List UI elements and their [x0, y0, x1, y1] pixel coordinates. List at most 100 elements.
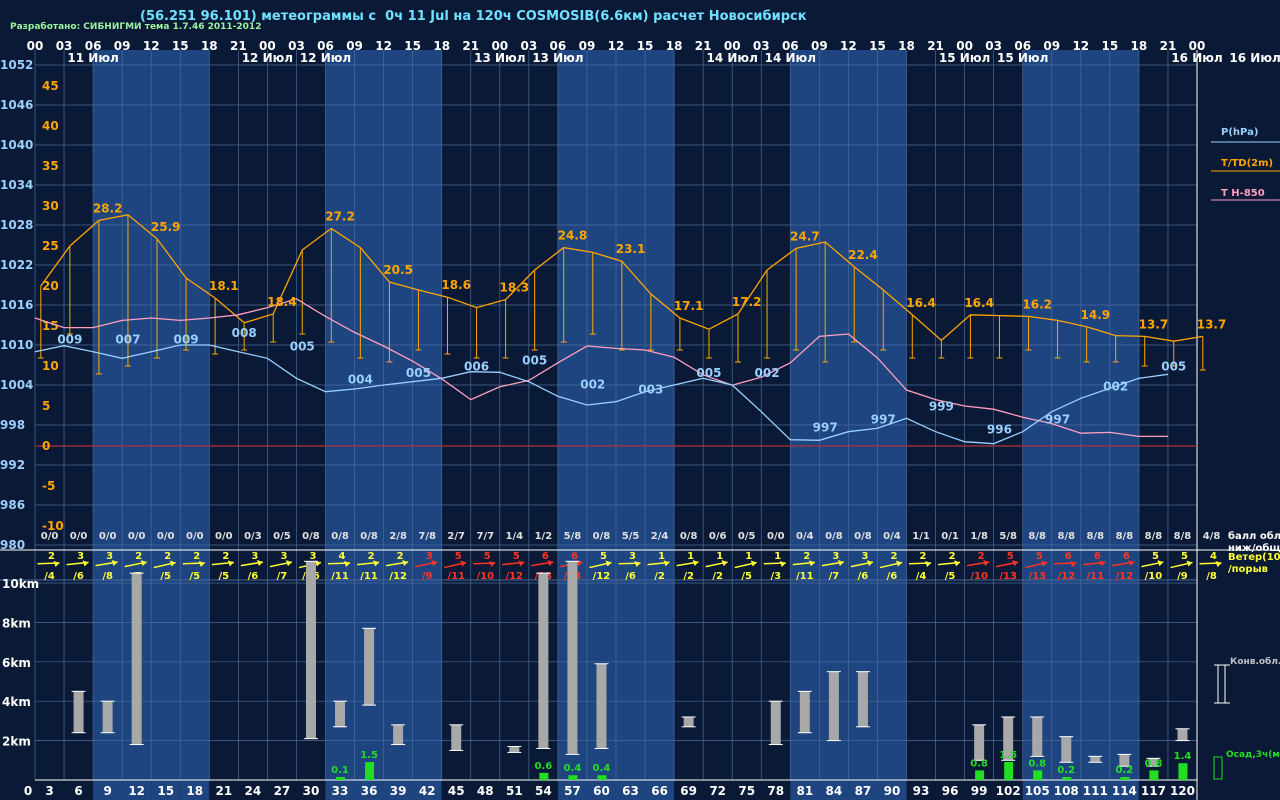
- pressure-value: 009: [57, 333, 82, 347]
- hour-label: 15: [172, 39, 189, 53]
- wind-gust: /4: [44, 571, 55, 582]
- temperature-value: 16.2: [1022, 297, 1052, 311]
- cloud-cover-value: 8/8: [1145, 531, 1163, 542]
- bottom-hour-label: 30: [303, 784, 320, 798]
- bottom-hour-label: 36: [361, 784, 378, 798]
- conv-cloud-bar: [335, 701, 346, 727]
- conv-cloud-bar: [567, 561, 578, 755]
- cloud-cover-value: 0/0: [186, 531, 204, 542]
- wind-gust: /6: [887, 571, 898, 582]
- cloud-cover-value: 0/8: [331, 531, 349, 542]
- wind-gust: /11: [447, 571, 465, 582]
- wind-gust: /3: [770, 571, 781, 582]
- bottom-hour-label: 24: [245, 784, 262, 798]
- conv-cloud-bar: [1061, 736, 1072, 763]
- bottom-hour-label: 6: [74, 784, 82, 798]
- pressure-tick: 1004: [0, 378, 33, 392]
- wind-gust: /13: [1028, 571, 1046, 582]
- bottom-hour-label: 120: [1170, 784, 1195, 798]
- wind-gust: /2: [712, 571, 723, 582]
- temperature-value: 13.7: [1139, 317, 1169, 331]
- bottom-hour-label: 102: [996, 784, 1021, 798]
- hour-label: 15: [637, 39, 654, 53]
- meteogram-chart: 00 03 06 09 12 15 18 21 00 03 06 09 12 15 18 21 00 03 06 09…: [0, 39, 1280, 800]
- bottom-hour-label: 111: [1083, 784, 1108, 798]
- temp-tick: 35: [42, 159, 59, 173]
- precip-legend-box: [1213, 756, 1223, 780]
- wind-gust: /11: [331, 571, 349, 582]
- hour-label: 12: [143, 39, 160, 53]
- bottom-hour-label: 90: [884, 784, 901, 798]
- pressure-value: 005: [696, 366, 721, 380]
- precip-value: 0.4: [593, 763, 611, 774]
- hour-label: 18: [898, 39, 915, 53]
- precip-value: 0.2: [1116, 765, 1134, 776]
- wind-speed: 2: [164, 551, 171, 562]
- temp-tick: 25: [42, 239, 59, 253]
- wind-speed: 2: [48, 551, 55, 562]
- hour-label: 18: [1131, 39, 1148, 53]
- bottom-hour-label: 93: [913, 784, 930, 798]
- km-tick: 8km: [2, 616, 31, 630]
- pressure-value: 002: [755, 366, 780, 380]
- pressure-tick: 1046: [0, 98, 33, 112]
- conv-cloud-bar: [828, 671, 839, 741]
- wind-gust: /2: [654, 571, 665, 582]
- bottom-hour-label: 42: [419, 784, 436, 798]
- cloud-cover-value: 0/0: [41, 531, 59, 542]
- bottom-hour-label: 12: [128, 784, 145, 798]
- wind-gust: /13: [999, 571, 1017, 582]
- hour-label: 18: [666, 39, 683, 53]
- wind-gust: /9: [422, 571, 433, 582]
- wind-speed: 2: [193, 551, 200, 562]
- cloud-cover-value: 8/8: [1174, 531, 1192, 542]
- hour-label: 18: [433, 39, 450, 53]
- wind-speed: 5: [513, 551, 520, 562]
- bottom-hour-label: 39: [390, 784, 407, 798]
- wind-gust: /12: [506, 571, 524, 582]
- date-label: 15 Июл: [997, 51, 1048, 65]
- wind-gust: /12: [593, 571, 611, 582]
- precip-bar: [336, 777, 346, 780]
- temp-tick: 40: [42, 119, 59, 133]
- bottom-hour-label: 60: [593, 784, 610, 798]
- bottom-hour-label: 0: [24, 784, 32, 798]
- wind-gust: /10: [970, 571, 988, 582]
- hour-label: 12: [840, 39, 857, 53]
- km-tick: 2km: [2, 735, 31, 749]
- precip-label: Осад,3ч(мм): [1226, 750, 1280, 760]
- precip-bar: [568, 775, 578, 780]
- cloud-cover-value: 0/0: [70, 531, 88, 542]
- wind-speed: 1: [745, 551, 752, 562]
- pressure-tick: 1016: [0, 298, 33, 312]
- temperature-value: 16.4: [906, 296, 936, 310]
- precip-value: 0.8: [1145, 758, 1163, 769]
- cloud-cover-value: 8/8: [1116, 531, 1134, 542]
- temperature-value: 17.1: [674, 299, 704, 313]
- pressure-value: 997: [1045, 413, 1070, 427]
- cloud-cover-value: 0/0: [215, 531, 233, 542]
- date-label: 13 Июл: [532, 51, 583, 65]
- hour-label: 12: [375, 39, 392, 53]
- pressure-tick: 1028: [0, 218, 33, 232]
- precip-bar: [1004, 762, 1014, 780]
- conv-cloud-bar: [393, 724, 404, 745]
- precip-bar: [597, 775, 607, 780]
- wind-speed: 5: [455, 551, 462, 562]
- pressure-tick: 998: [0, 418, 25, 432]
- wind-gust: /5: [945, 571, 956, 582]
- bottom-hour-label: 96: [942, 784, 959, 798]
- date-label: 12 Июл: [242, 51, 293, 65]
- bottom-hour-label: 54: [535, 784, 552, 798]
- wind-speed: 3: [77, 551, 84, 562]
- pressure-tick: 992: [0, 458, 25, 472]
- wind-gust: /5: [160, 571, 171, 582]
- bottom-hour-label: 84: [826, 784, 843, 798]
- wind-speed: 3: [629, 551, 636, 562]
- pressure-value: 999: [929, 399, 954, 413]
- hour-label: 18: [201, 39, 218, 53]
- conv-cloud-bar: [799, 691, 810, 733]
- temperature-value: 13.7: [1197, 317, 1227, 331]
- cloud-cover-value: 0/8: [680, 531, 698, 542]
- conv-cloud-bar: [1090, 756, 1101, 763]
